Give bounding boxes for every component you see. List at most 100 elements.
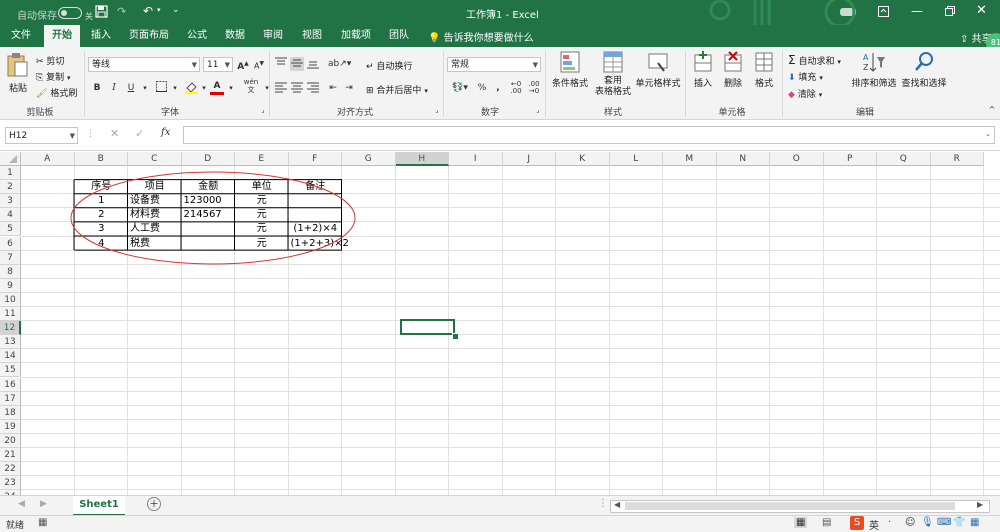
percent-button[interactable]: % [475, 81, 489, 95]
cell-styles-button[interactable]: 单元格样式 [634, 51, 682, 89]
bold-button[interactable]: B [90, 81, 104, 95]
macro-record-icon[interactable]: ▦ [38, 517, 47, 528]
scrollbar-thumb[interactable] [625, 502, 955, 510]
insert-function-icon[interactable]: fx [161, 127, 170, 138]
autosave-toggle[interactable]: 关 [58, 7, 93, 22]
format-as-table-button[interactable]: 套用 表格格式 [593, 51, 633, 98]
tab-page-layout[interactable]: 页面布局 [124, 25, 174, 47]
normal-view-icon[interactable]: ▦ [794, 517, 808, 528]
active-cell[interactable] [400, 319, 455, 335]
underline-dropdown-icon[interactable]: ▾ [138, 81, 152, 95]
horizontal-scrollbar[interactable]: ◀ ▶ [610, 500, 990, 513]
name-box[interactable]: H12 ▼ [5, 127, 78, 144]
tell-me-search[interactable]: 💡 告诉我你想要做什么 [428, 29, 534, 44]
decrease-indent-icon[interactable]: ⇤ [326, 81, 340, 95]
delete-cells-button[interactable]: 删除 [720, 51, 746, 89]
align-right-icon[interactable] [306, 81, 320, 95]
tab-team[interactable]: 团队 [384, 25, 414, 47]
merge-center-button[interactable]: ⊞ 合并后居中 ▾ [366, 83, 428, 96]
tab-home[interactable]: 开始 [44, 25, 80, 47]
decrease-font-icon[interactable]: A▼ [252, 57, 266, 71]
tab-formulas[interactable]: 公式 [182, 25, 212, 47]
tab-file[interactable]: 文件 [6, 25, 36, 47]
increase-font-icon[interactable]: A▲ [236, 57, 250, 72]
decrease-decimal-icon[interactable]: .00 →0 [526, 81, 542, 95]
undo-dropdown-icon[interactable]: ▾ [157, 6, 161, 14]
insert-cells-button[interactable]: 插入 [690, 51, 716, 89]
undo-icon[interactable]: ↶ [143, 4, 153, 18]
borders-icon[interactable] [154, 81, 168, 95]
font-color-icon[interactable]: A [210, 80, 224, 95]
conditional-formatting-button[interactable]: 条件格式 [550, 51, 590, 89]
scroll-right-icon[interactable]: ▶ [40, 499, 47, 509]
fill-down-icon: ⬇ [788, 73, 796, 83]
tab-view[interactable]: 视图 [297, 25, 327, 47]
scroll-left-icon[interactable]: ◀ [18, 499, 25, 509]
align-bottom-icon[interactable] [306, 57, 320, 71]
close-icon[interactable]: ✕ [976, 3, 987, 18]
scroll-right-arrow-icon[interactable]: ▶ [977, 500, 983, 509]
minimize-icon[interactable]: — [911, 4, 923, 18]
toolbox-icon[interactable]: ▦ [970, 517, 979, 528]
tab-insert[interactable]: 插入 [86, 25, 116, 47]
align-middle-icon[interactable] [290, 57, 304, 71]
comma-button[interactable]: , [491, 81, 505, 95]
half-width-icon[interactable]: · [888, 517, 891, 528]
number-format-dropdown[interactable]: 常规 ▼ [447, 57, 541, 72]
increase-indent-icon[interactable]: ⇥ [342, 81, 356, 95]
cancel-icon[interactable]: ✕ [110, 127, 119, 140]
keyboard-icon[interactable]: ⌨ [937, 517, 951, 528]
align-center-icon[interactable] [290, 81, 304, 95]
expand-formula-icon[interactable]: ⌄ [985, 130, 991, 138]
format-painter-button[interactable]: 🖌 格式刷 [36, 86, 77, 99]
worksheet-grid[interactable]: ABCDEFGHIJKLMNOPQR 1 2 3 4 5 6 7 8 9 10 11 12 13 14 15… [0, 152, 1000, 495]
page-layout-view-icon[interactable]: ▤ [822, 517, 831, 528]
scroll-left-arrow-icon[interactable]: ◀ [614, 500, 620, 509]
tab-review[interactable]: 审阅 [258, 25, 288, 47]
copy-button[interactable]: ⎘ 复制 ▾ [36, 70, 70, 83]
number-launcher-icon[interactable]: ⌟ [531, 103, 545, 117]
accounting-format-icon[interactable]: 💱▾ [449, 81, 471, 95]
fill-handle[interactable] [452, 333, 459, 340]
sheet-tab-sheet1[interactable]: Sheet1 [73, 496, 125, 516]
find-select-button[interactable]: 查找和选择 [900, 51, 948, 89]
autosum-button[interactable]: Σ 自动求和 ▾ [788, 53, 841, 67]
increase-decimal-icon[interactable]: ←0.00 [508, 81, 524, 95]
tab-addins[interactable]: 加载项 [336, 25, 376, 47]
clear-button[interactable]: ◆ 清除 ▾ [788, 87, 822, 100]
customize-quick-access-icon[interactable]: ⌄ [172, 5, 180, 15]
cut-button[interactable]: ✂ 剪切 [36, 54, 64, 67]
underline-button[interactable]: U [124, 81, 138, 95]
formula-input[interactable] [183, 126, 995, 144]
ime-language[interactable]: 英 [869, 517, 879, 532]
save-icon[interactable] [95, 5, 108, 21]
phonetic-dropdown-icon[interactable]: ▾ [260, 81, 274, 95]
enter-icon[interactable]: ✓ [135, 127, 144, 140]
align-top-icon[interactable] [274, 57, 288, 71]
italic-button[interactable]: I [107, 81, 121, 95]
paste-button[interactable]: 粘贴 [6, 52, 30, 94]
borders-dropdown-icon[interactable]: ▾ [168, 81, 182, 95]
sort-filter-button[interactable]: AZ 排序和筛选 [850, 51, 898, 89]
align-left-icon[interactable] [274, 81, 288, 95]
alignment-launcher-icon[interactable]: ⌟ [430, 103, 444, 117]
microphone-icon[interactable]: 🎙 [921, 517, 934, 528]
add-sheet-icon[interactable]: + [147, 497, 161, 511]
emoji-icon[interactable]: ☺ [905, 517, 915, 528]
phonetic-icon[interactable]: wén 文 [242, 78, 260, 94]
format-cells-button[interactable]: 格式 [751, 51, 777, 89]
fill-button[interactable]: ⬇ 填充 ▾ [788, 70, 823, 83]
collapse-ribbon-icon[interactable]: ^ [985, 103, 999, 117]
orientation-icon[interactable]: ab↗▾ [328, 57, 351, 71]
font-name-dropdown[interactable]: 等线 ▼ [88, 57, 200, 72]
tab-data[interactable]: 数据 [220, 25, 250, 47]
font-color-dropdown-icon[interactable]: ▾ [224, 81, 238, 95]
font-launcher-icon[interactable]: ⌟ [256, 103, 270, 117]
fill-color-dropdown-icon[interactable]: ▾ [197, 81, 211, 95]
restore-icon[interactable] [945, 6, 955, 19]
fill-color-icon[interactable] [184, 81, 198, 95]
font-size-dropdown[interactable]: 11 ▼ [203, 57, 233, 72]
ime-sogou-icon[interactable]: S [850, 516, 864, 530]
skin-icon[interactable]: 👕 [953, 517, 965, 528]
wrap-text-button[interactable]: ↵ 自动换行 [366, 59, 412, 72]
